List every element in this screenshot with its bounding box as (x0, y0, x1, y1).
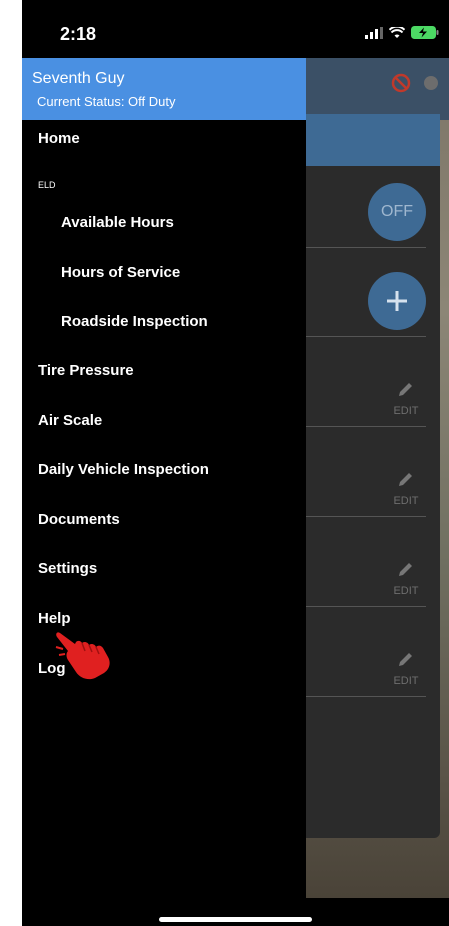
pointing-hand-icon (55, 632, 110, 680)
edit-button[interactable]: EDIT (386, 470, 426, 507)
divider (306, 606, 426, 607)
divider (306, 247, 426, 248)
edit-label: EDIT (393, 585, 419, 597)
menu-item-daily-vehicle-inspection[interactable]: Daily Vehicle Inspection (38, 461, 209, 478)
edit-button[interactable]: EDIT (386, 560, 426, 597)
add-button[interactable] (368, 272, 426, 330)
menu-item-roadside-inspection[interactable]: Roadside Inspection (61, 313, 208, 330)
menu-item-home[interactable]: Home (38, 130, 80, 147)
divider (306, 696, 426, 697)
divider (306, 426, 426, 427)
section-label-eld: ELD (38, 180, 56, 190)
divider (306, 516, 426, 517)
plus-icon (387, 291, 407, 311)
status-time: 2:18 (60, 24, 97, 44)
menu-item-settings[interactable]: Settings (38, 560, 97, 577)
duty-status-button[interactable]: OFF (368, 183, 426, 241)
menu-item-air-scale[interactable]: Air Scale (38, 412, 102, 429)
duty-status-label: OFF (381, 203, 413, 220)
pencil-icon (399, 653, 412, 666)
user-name: Seventh Guy (32, 70, 125, 87)
connection-dot-icon (424, 76, 438, 90)
divider (306, 336, 426, 337)
phone-screen: 2:18 OFF EDIT EDIT EDIT EDIT Seventh Guy… (22, 0, 449, 926)
battery-charging-icon (411, 26, 439, 39)
menu-item-documents[interactable]: Documents (38, 511, 120, 528)
status-icons (365, 26, 439, 39)
edit-label: EDIT (393, 495, 419, 507)
background-card-header (306, 114, 440, 166)
wifi-icon (389, 26, 405, 38)
menu-item-help[interactable]: Help (38, 610, 71, 627)
edit-label: EDIT (393, 675, 419, 687)
pencil-icon (399, 563, 412, 576)
signal-icon (365, 26, 383, 39)
menu-item-hours-of-service[interactable]: Hours of Service (61, 264, 180, 281)
background-content: OFF EDIT EDIT EDIT EDIT (306, 58, 449, 898)
menu-item-available-hours[interactable]: Available Hours (61, 214, 174, 231)
user-status: Current Status: Off Duty (37, 94, 176, 109)
edit-button[interactable]: EDIT (386, 650, 426, 687)
no-gps-icon (391, 73, 411, 93)
pencil-icon (399, 473, 412, 486)
menu-item-tire-pressure[interactable]: Tire Pressure (38, 362, 134, 379)
edit-label: EDIT (393, 405, 419, 417)
pencil-icon (399, 383, 412, 396)
side-drawer: Seventh Guy Current Status: Off Duty Hom… (22, 58, 306, 926)
status-bar: 2:18 (22, 0, 449, 58)
edit-button[interactable]: EDIT (386, 380, 426, 417)
background-header (306, 58, 449, 120)
background-card: OFF EDIT EDIT EDIT EDIT (306, 114, 440, 838)
home-indicator[interactable] (159, 917, 312, 922)
drawer-header: Seventh Guy Current Status: Off Duty (22, 58, 306, 120)
